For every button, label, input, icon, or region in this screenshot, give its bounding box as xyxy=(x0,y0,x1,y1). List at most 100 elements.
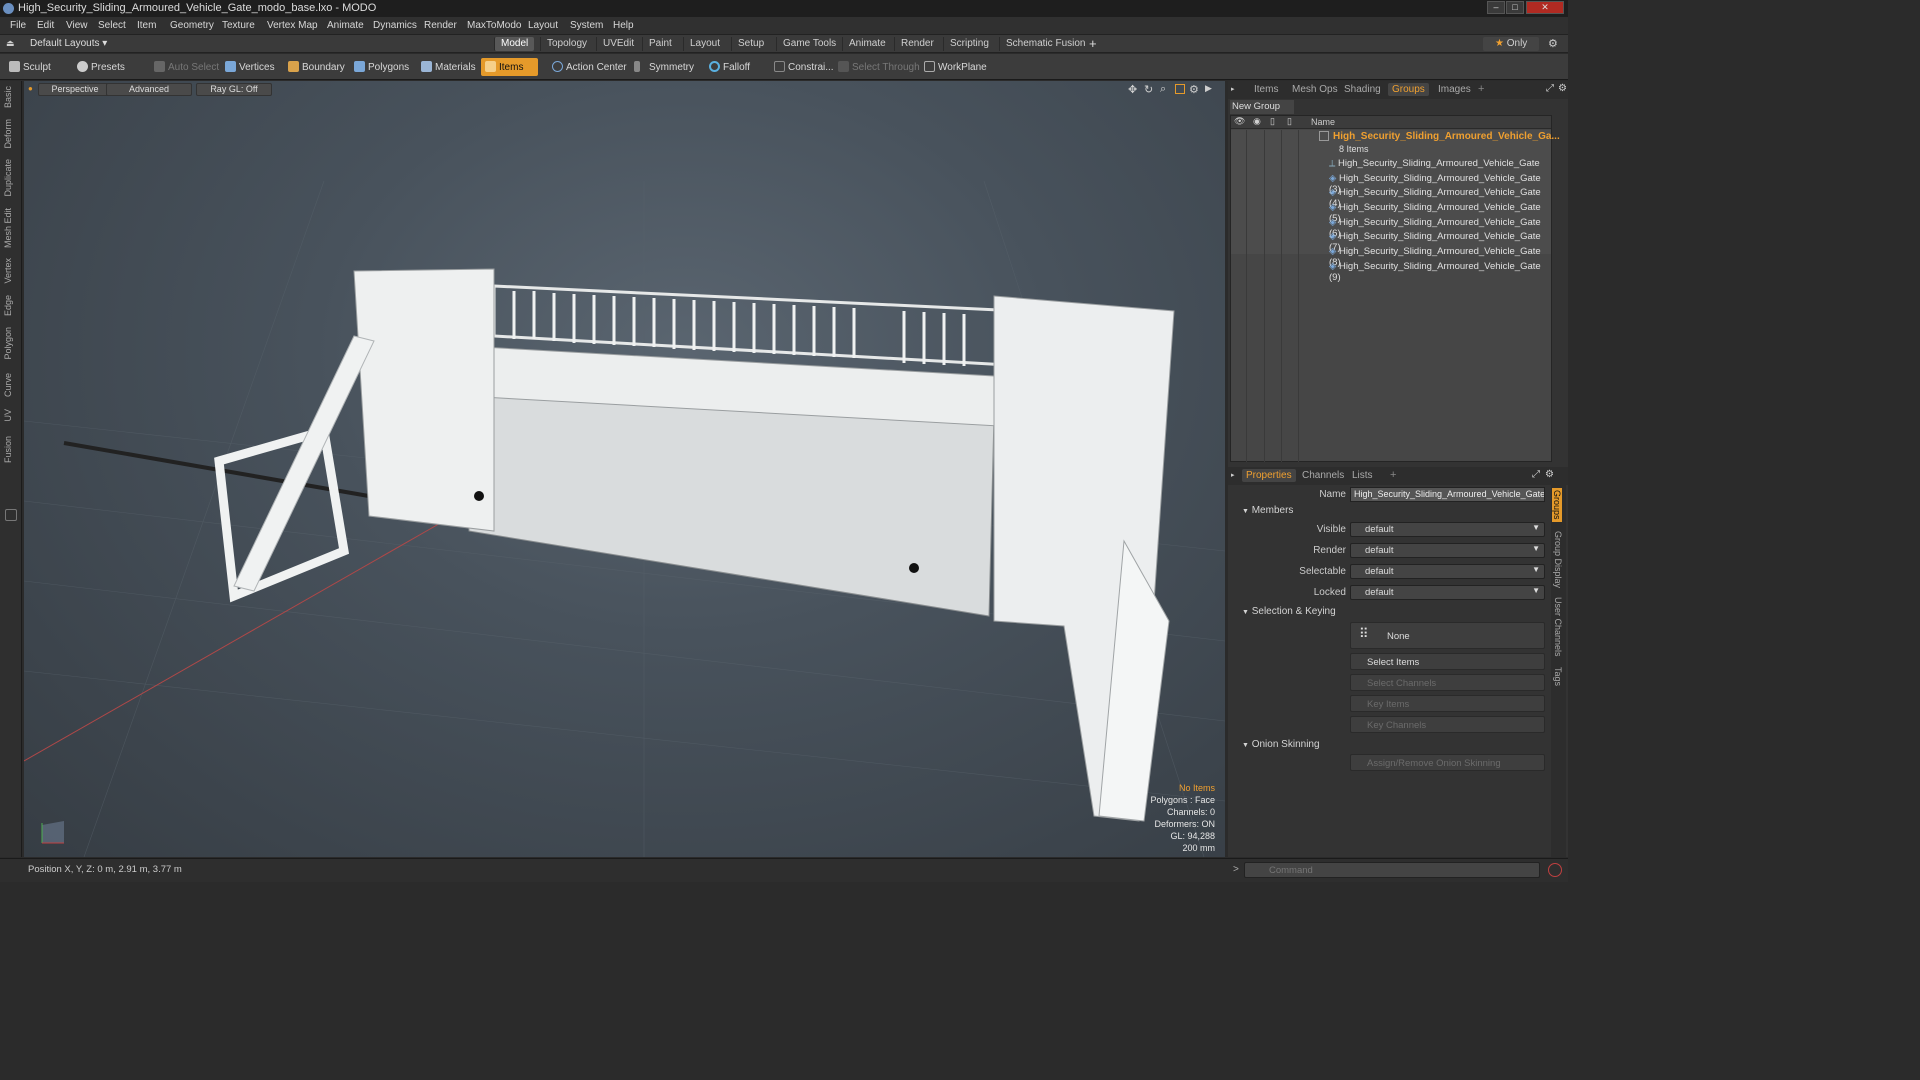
maximize-button[interactable]: □ xyxy=(1506,1,1524,14)
materials-button[interactable]: Materials xyxy=(417,58,480,76)
zoom-view-icon[interactable]: ⌕ xyxy=(1160,83,1166,96)
vertices-button[interactable]: Vertices xyxy=(221,58,279,76)
layout-preset-dropdown[interactable]: Default Layouts ▾ xyxy=(30,38,107,49)
view-mode-button[interactable]: Perspective xyxy=(38,83,112,96)
visible-dropdown[interactable]: default ▼ xyxy=(1350,522,1545,537)
new-group-button[interactable]: New Group xyxy=(1230,100,1294,114)
side-tab-user-channels[interactable]: User Channels xyxy=(1553,597,1563,657)
boundary-button[interactable]: Boundary xyxy=(284,58,349,76)
name-field[interactable]: High_Security_Sliding_Armoured_Vehicle_G… xyxy=(1350,487,1545,502)
panel-expand-icon[interactable]: ⤢ xyxy=(1546,83,1554,94)
tab-channels[interactable]: Channels xyxy=(1298,469,1348,482)
render-icon[interactable]: ◉ xyxy=(1253,116,1261,127)
tab-layout[interactable]: Layout xyxy=(683,37,726,51)
tabs-toggle-icon[interactable] xyxy=(5,509,17,521)
tab-deform[interactable]: Deform xyxy=(3,119,13,149)
raygl-button[interactable]: Ray GL: Off xyxy=(196,83,272,96)
shading-mode-button[interactable]: Advanced xyxy=(106,83,192,96)
tab-uv[interactable]: UV xyxy=(3,409,13,422)
tab-game-tools[interactable]: Game Tools xyxy=(776,37,842,51)
tab-items[interactable]: Items xyxy=(1250,83,1282,96)
members-section[interactable]: ▼ Members xyxy=(1242,505,1293,516)
tab-mesh-edit[interactable]: Mesh Edit xyxy=(3,208,13,248)
selection-keying-section[interactable]: ▼ Selection & Keying xyxy=(1242,606,1336,617)
items-button[interactable]: Items xyxy=(481,58,538,76)
menu-texture[interactable]: Texture xyxy=(222,20,255,31)
constraints-button[interactable]: Constrai... xyxy=(770,58,838,76)
menu-geometry[interactable]: Geometry xyxy=(170,20,214,31)
tab-basic[interactable]: Basic xyxy=(3,86,13,108)
record-icon[interactable] xyxy=(1548,863,1562,877)
tab-paint[interactable]: Paint xyxy=(642,37,678,51)
menu-maxtomodo[interactable]: MaxToModo xyxy=(467,20,521,31)
menu-vertex-map[interactable]: Vertex Map xyxy=(267,20,318,31)
command-input[interactable] xyxy=(1244,862,1540,878)
action-center-button[interactable]: Action Center xyxy=(548,58,631,76)
menu-animate[interactable]: Animate xyxy=(327,20,364,31)
menu-help[interactable]: Help xyxy=(613,20,634,31)
tab-groups[interactable]: Groups xyxy=(1388,83,1429,96)
panel-gear-icon[interactable]: ⚙ xyxy=(1558,83,1567,94)
presets-button[interactable]: Presets xyxy=(73,58,129,76)
sculpt-button[interactable]: Sculpt xyxy=(5,58,55,76)
3d-viewport[interactable]: ● Perspective Advanced Ray GL: Off ✥ ↻ ⌕… xyxy=(24,81,1225,857)
tab-schematic-fusion[interactable]: Schematic Fusion xyxy=(999,37,1091,51)
tab-edge[interactable]: Edge xyxy=(3,295,13,316)
menu-file[interactable]: File xyxy=(10,20,26,31)
tab-topology[interactable]: Topology xyxy=(540,37,593,51)
tab-setup[interactable]: Setup xyxy=(731,37,770,51)
panel-menu-icon[interactable]: ▸ xyxy=(1231,85,1235,93)
viewport-options-icon[interactable]: ● xyxy=(28,84,33,93)
fit-view-icon[interactable] xyxy=(1175,84,1185,94)
side-tab-groups[interactable]: Groups xyxy=(1552,488,1562,522)
polygons-button[interactable]: Polygons xyxy=(350,58,413,76)
select-channels-button[interactable]: Select Channels xyxy=(1350,674,1545,691)
tab-animate[interactable]: Animate xyxy=(842,37,892,51)
group-item[interactable]: ⟂ High_Security_Sliding_Armoured_Vehicle… xyxy=(1329,158,1540,169)
minimize-button[interactable]: – xyxy=(1487,1,1505,14)
side-tab-tags[interactable]: Tags xyxy=(1553,667,1563,686)
layout-expand-icon[interactable]: ⏏ xyxy=(6,38,15,49)
properties-menu-icon[interactable]: ▸ xyxy=(1231,471,1235,479)
menu-dynamics[interactable]: Dynamics xyxy=(373,20,417,31)
group-name[interactable]: High_Security_Sliding_Armoured_Vehicle_G… xyxy=(1333,131,1560,142)
assign-onion-button[interactable]: Assign/Remove Onion Skinning xyxy=(1350,754,1545,771)
close-button[interactable]: ✕ xyxy=(1526,1,1564,14)
tab-uvedit[interactable]: UVEdit xyxy=(596,37,640,51)
tab-render[interactable]: Render xyxy=(894,37,940,51)
menu-layout[interactable]: Layout xyxy=(528,20,558,31)
move-view-icon[interactable]: ✥ xyxy=(1128,83,1137,96)
menu-item[interactable]: Item xyxy=(137,20,156,31)
viewport-gear-icon[interactable]: ⚙ xyxy=(1189,83,1199,96)
render-dropdown[interactable]: default ▼ xyxy=(1350,543,1545,558)
properties-gear-icon[interactable]: ⚙ xyxy=(1545,469,1554,480)
tab-polygon[interactable]: Polygon xyxy=(3,327,13,360)
visibility-eye-icon[interactable]: 👁 xyxy=(1234,116,1245,127)
gear-icon[interactable]: ⚙ xyxy=(1548,37,1558,50)
menu-edit[interactable]: Edit xyxy=(37,20,54,31)
tab-vertex[interactable]: Vertex xyxy=(3,258,13,284)
menu-system[interactable]: System xyxy=(570,20,603,31)
select-through-button[interactable]: Select Through xyxy=(834,58,924,76)
tab-mesh-ops[interactable]: Mesh Ops xyxy=(1288,83,1342,96)
key-channels-button[interactable]: Key Channels xyxy=(1350,716,1545,733)
tab-duplicate[interactable]: Duplicate xyxy=(3,159,13,197)
tab-model[interactable]: Model xyxy=(494,37,535,51)
onion-skinning-section[interactable]: ▼ Onion Skinning xyxy=(1242,739,1320,750)
select-icon[interactable]: ▯ xyxy=(1287,116,1292,127)
menu-render[interactable]: Render xyxy=(424,20,457,31)
tab-shading[interactable]: Shading xyxy=(1340,83,1385,96)
auto-select-button[interactable]: Auto Select xyxy=(150,58,223,76)
menu-view[interactable]: View xyxy=(66,20,88,31)
side-tab-group-display[interactable]: Group Display xyxy=(1553,531,1563,588)
select-items-button[interactable]: Select Items xyxy=(1350,653,1545,670)
lock-icon[interactable]: ▯ xyxy=(1270,116,1275,127)
add-properties-tab-icon[interactable]: + xyxy=(1390,469,1396,481)
tab-lists[interactable]: Lists xyxy=(1348,469,1377,482)
only-toggle[interactable]: ★ Only xyxy=(1483,37,1539,51)
symmetry-button[interactable]: Symmetry xyxy=(630,58,698,76)
tab-scripting[interactable]: Scripting xyxy=(943,37,995,51)
tab-images[interactable]: Images xyxy=(1434,83,1475,96)
falloff-button[interactable]: Falloff xyxy=(705,58,754,76)
add-panel-tab-icon[interactable]: + xyxy=(1478,83,1484,95)
